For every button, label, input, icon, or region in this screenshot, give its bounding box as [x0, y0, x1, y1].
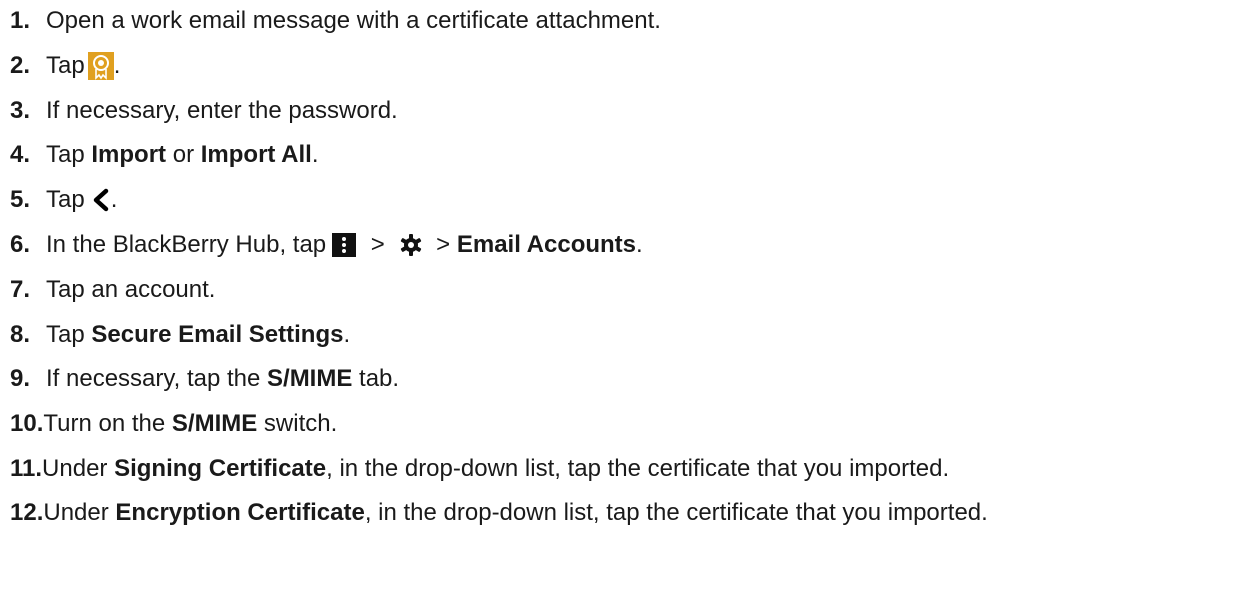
step-2: 2. Tap .: [10, 51, 120, 81]
certificate-icon: [87, 52, 114, 80]
step-number: 2.: [10, 52, 31, 79]
step-text-end: , in the drop-down list, tap the certifi…: [326, 455, 950, 482]
step-5: 5. Tap .: [10, 185, 117, 215]
step-6: 6. In the BlackBerry Hub, tap > > Email …: [10, 230, 643, 260]
step-text: Tap: [46, 321, 92, 348]
step-9: 9. If necessary, tap the S/MIME tab.: [10, 364, 399, 394]
step-text-end: .: [110, 186, 118, 213]
step-7: 7. Tap an account.: [10, 275, 215, 305]
step-10: 10. Turn on the S/MIME switch.: [10, 409, 337, 439]
step-text: If necessary, enter the password.: [46, 97, 398, 124]
step-number: 9.: [10, 365, 31, 392]
import-label: Import: [91, 141, 167, 168]
back-chevron-icon: [91, 188, 111, 212]
step-number: 10.: [10, 410, 44, 437]
email-accounts-label: Email Accounts: [456, 231, 637, 258]
signing-certificate-label: Signing Certificate: [114, 455, 327, 482]
step-text-end: .: [311, 141, 319, 168]
step-text: Turn on the: [43, 410, 172, 437]
step-12: 12. Under Encryption Certificate , in th…: [10, 498, 988, 528]
step-text: Open a work email message with a certifi…: [46, 7, 661, 34]
step-number: 11.: [10, 455, 43, 482]
gear-icon: [400, 234, 422, 256]
step-text: Tap an account.: [46, 276, 216, 303]
step-text-end: .: [113, 52, 121, 79]
step-text-end: switch.: [257, 410, 338, 437]
step-text: Tap: [46, 52, 85, 79]
step-text-end: , in the drop-down list, tap the certifi…: [364, 499, 988, 526]
step-11: 11. Under Signing Certificate , in the d…: [10, 454, 949, 484]
separator: >: [364, 231, 392, 258]
step-8: 8. Tap Secure Email Settings .: [10, 320, 350, 350]
step-text: Tap: [46, 141, 92, 168]
step-number: 1.: [10, 7, 31, 34]
step-text-end: tab.: [352, 365, 400, 392]
encryption-certificate-label: Encryption Certificate: [115, 499, 365, 526]
step-4: 4. Tap Import or Import All .: [10, 140, 319, 170]
smime-tab-label: S/MIME: [267, 365, 353, 392]
import-all-label: Import All: [200, 141, 312, 168]
secure-email-settings-label: Secure Email Settings: [91, 321, 344, 348]
step-text: Under: [42, 455, 115, 482]
step-text-mid: or: [166, 141, 201, 168]
step-text: Tap: [46, 186, 85, 213]
overflow-menu-icon: [332, 233, 357, 257]
step-number: 7.: [10, 276, 31, 303]
step-text-end: .: [636, 231, 643, 258]
step-text-end: .: [343, 321, 351, 348]
step-number: 8.: [10, 321, 31, 348]
step-text: In the BlackBerry Hub, tap: [46, 231, 327, 258]
step-number: 5.: [10, 186, 31, 213]
step-text: If necessary, tap the: [46, 365, 268, 392]
instruction-list: 1. Open a work email message with a cert…: [0, 0, 1260, 603]
smime-switch-label: S/MIME: [171, 410, 258, 437]
step-text: Under: [43, 499, 116, 526]
step-number: 12.: [10, 499, 44, 526]
step-number: 6.: [10, 231, 31, 258]
separator: >: [429, 231, 457, 258]
step-number: 3.: [10, 97, 31, 124]
step-number: 4.: [10, 141, 31, 168]
step-1: 1. Open a work email message with a cert…: [10, 6, 661, 36]
step-3: 3. If necessary, enter the password.: [10, 96, 398, 126]
